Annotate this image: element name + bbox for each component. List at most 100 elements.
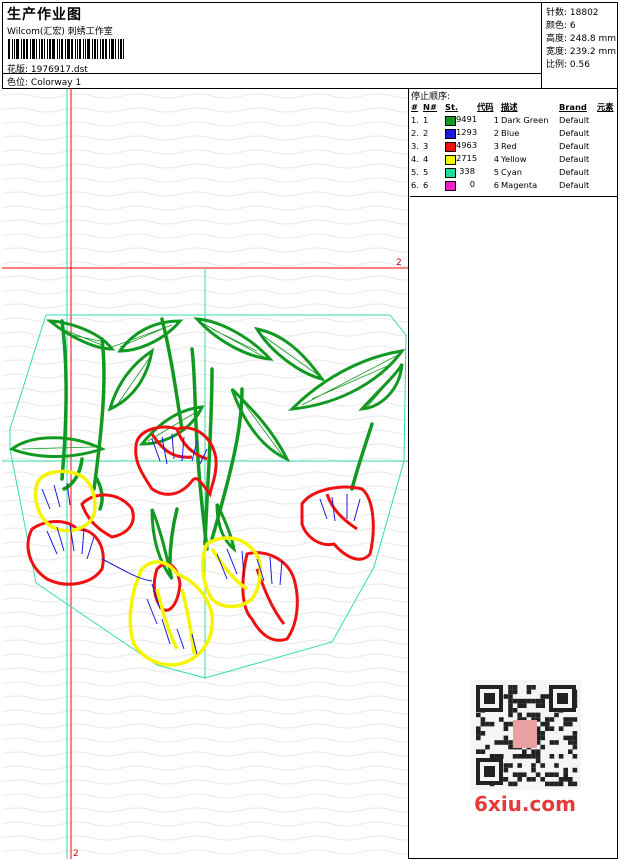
cell-code: 3 [493,140,499,151]
table-row: 4. 4 2715 4 Yellow Default [410,152,618,165]
qr-module [503,694,509,699]
stitch-count: 4963 [456,139,478,150]
qr-module [549,740,555,745]
qr-module [557,693,568,704]
qr-module [508,763,513,768]
barcode-bar [32,39,35,59]
qr-module [540,698,545,704]
embroidery-preview: 2 2 [2,89,408,859]
qr-module [549,717,555,722]
qr-module [480,721,486,727]
qr-module [512,754,518,759]
qr-module [512,781,518,787]
barcode-bar [23,39,25,59]
design-stats: 针数: 18802 颜色: 6 高度: 248.8 mm 宽度: 239.2 m… [541,2,618,88]
stitch-count: 0 [469,178,475,189]
qr-module [531,698,536,704]
qr-module [508,708,513,713]
barcode-bar [97,39,98,59]
stop-sequence-table: # N# St. 代码 描述 Brand 元素 1. 1 9491 1 Dark Gre… [410,101,618,191]
qr-module [554,781,559,787]
qr-module [522,698,527,704]
qr-module [512,698,518,704]
qr-module [568,740,573,745]
qr-module [558,781,564,787]
barcode-bar [67,39,70,59]
qr-module [531,767,536,773]
qr-module [531,777,536,782]
cell-code: 6 [493,179,499,190]
qr-module [572,744,578,750]
table-row: 2. 2 1293 2 Blue Default [410,126,618,139]
barcode-bar [92,39,93,59]
cell-st: 2715 [444,152,477,165]
cell-st: 4963 [444,139,478,152]
cell-n: 6 [423,179,429,190]
qr-module [572,731,578,736]
qr-module [489,721,495,727]
barcode-bar [36,39,37,59]
qr-module [476,731,481,736]
qr-module [535,749,541,754]
qr-module [499,754,504,759]
cell-desc: Blue [501,127,520,138]
qr-module [568,781,573,787]
qr-module [545,694,550,699]
qr-module [563,767,568,773]
qr-module [568,777,573,782]
barcode-bar [85,39,86,59]
qr-module [563,777,568,782]
qr-module [480,749,486,754]
qr-module [549,781,555,787]
page-title: 生产作业图 [7,7,82,23]
cell-code: 1 [493,114,499,125]
qr-module [535,754,541,759]
stitch-count: 1293 [456,126,478,137]
qr-module [568,717,573,722]
cell-st: 0 [444,178,476,191]
qr-module [508,694,513,699]
qr-module [568,721,573,727]
qr-module [531,763,536,768]
barcode-bar [79,39,81,59]
qr-module [508,721,513,727]
barcode-bar [14,39,15,59]
qr-module [549,754,555,759]
qr-module [545,721,550,727]
qr-code [471,680,581,790]
qr-module [503,767,509,773]
barcode-bar [83,39,84,59]
header-divider [2,73,541,74]
qr-module [499,740,504,745]
cell-n: 1 [423,114,429,125]
qr-module [485,721,490,727]
cell-num: 2. [411,127,419,138]
cell-desc: Red [501,140,517,151]
barcode-bar [65,39,66,59]
barcode-bar [123,39,124,59]
qr-module [522,703,527,708]
qr-module [508,685,513,690]
cell-element [596,165,618,178]
col-header-st: St. [445,102,459,112]
barcode-bar [71,39,73,59]
qr-module [531,754,536,759]
cell-st: 338 [444,165,476,178]
qr-module [545,717,550,722]
qr-module [535,698,541,704]
qr-module [503,735,509,741]
qr-module [480,717,486,722]
qr-module [558,777,564,782]
qr-module [517,777,522,782]
qr-module [554,763,559,768]
barcode-bar [30,39,31,59]
qr-module [563,721,568,727]
qr-module [563,772,568,777]
qr-module [503,740,509,745]
barcode-bar [115,39,116,59]
color-swatch [445,167,456,178]
cell-element [596,152,618,165]
cell-n: 4 [423,153,429,164]
colorway-line: 色位: Colorway 1 [7,75,81,88]
qr-module [513,720,537,748]
